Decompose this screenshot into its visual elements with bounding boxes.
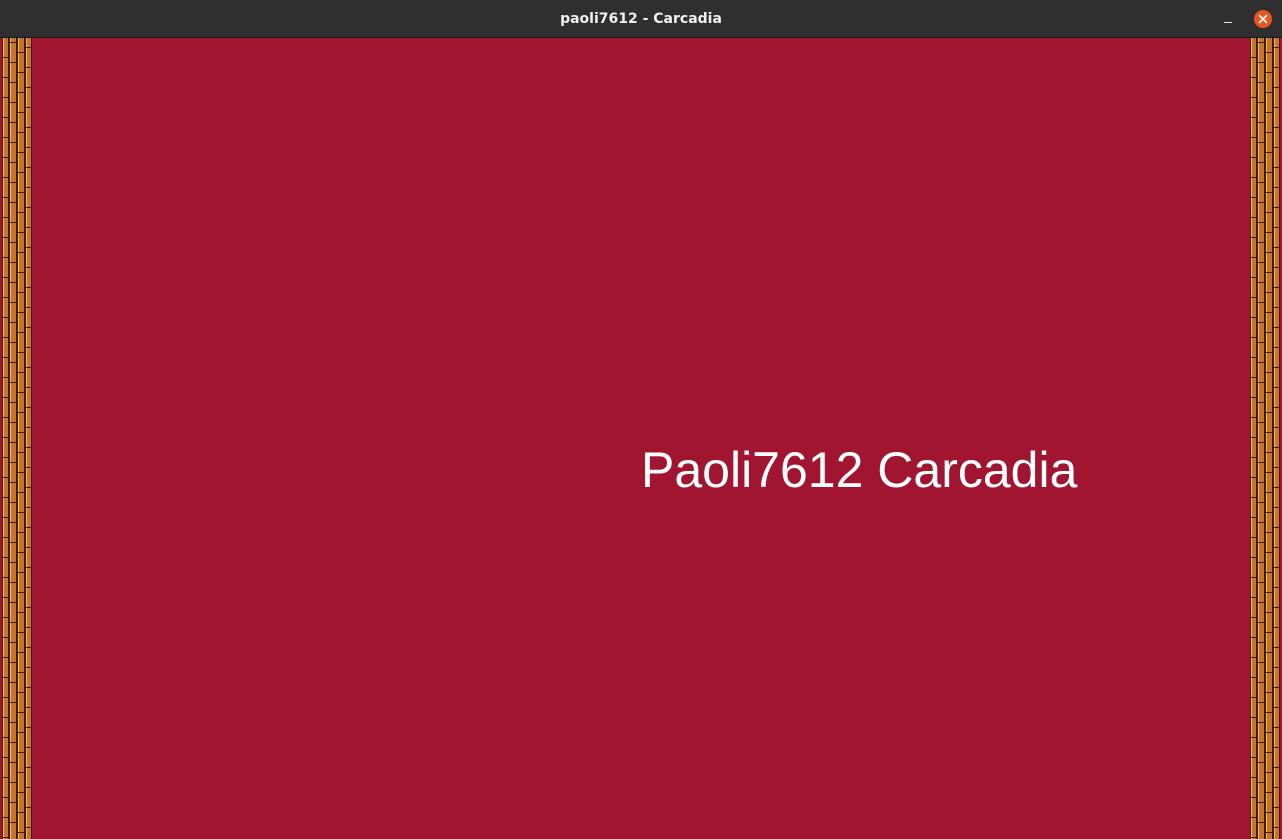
- left-wooden-border: [2, 38, 32, 839]
- minimize-icon: [1224, 22, 1232, 23]
- minimize-button[interactable]: [1218, 9, 1238, 29]
- close-button[interactable]: [1253, 9, 1273, 29]
- window-title: paoli7612 - Carcadia: [560, 11, 722, 27]
- right-wooden-border: [1250, 38, 1280, 839]
- game-banner-text: Paoli7612 Carcadia: [641, 442, 1078, 498]
- game-canvas[interactable]: Paoli7612 Carcadia: [0, 38, 1282, 839]
- app-window: paoli7612 - Carcadia Paoli7612 Carcadia: [0, 0, 1282, 839]
- title-bar[interactable]: paoli7612 - Carcadia: [0, 0, 1282, 38]
- close-icon: [1254, 10, 1272, 28]
